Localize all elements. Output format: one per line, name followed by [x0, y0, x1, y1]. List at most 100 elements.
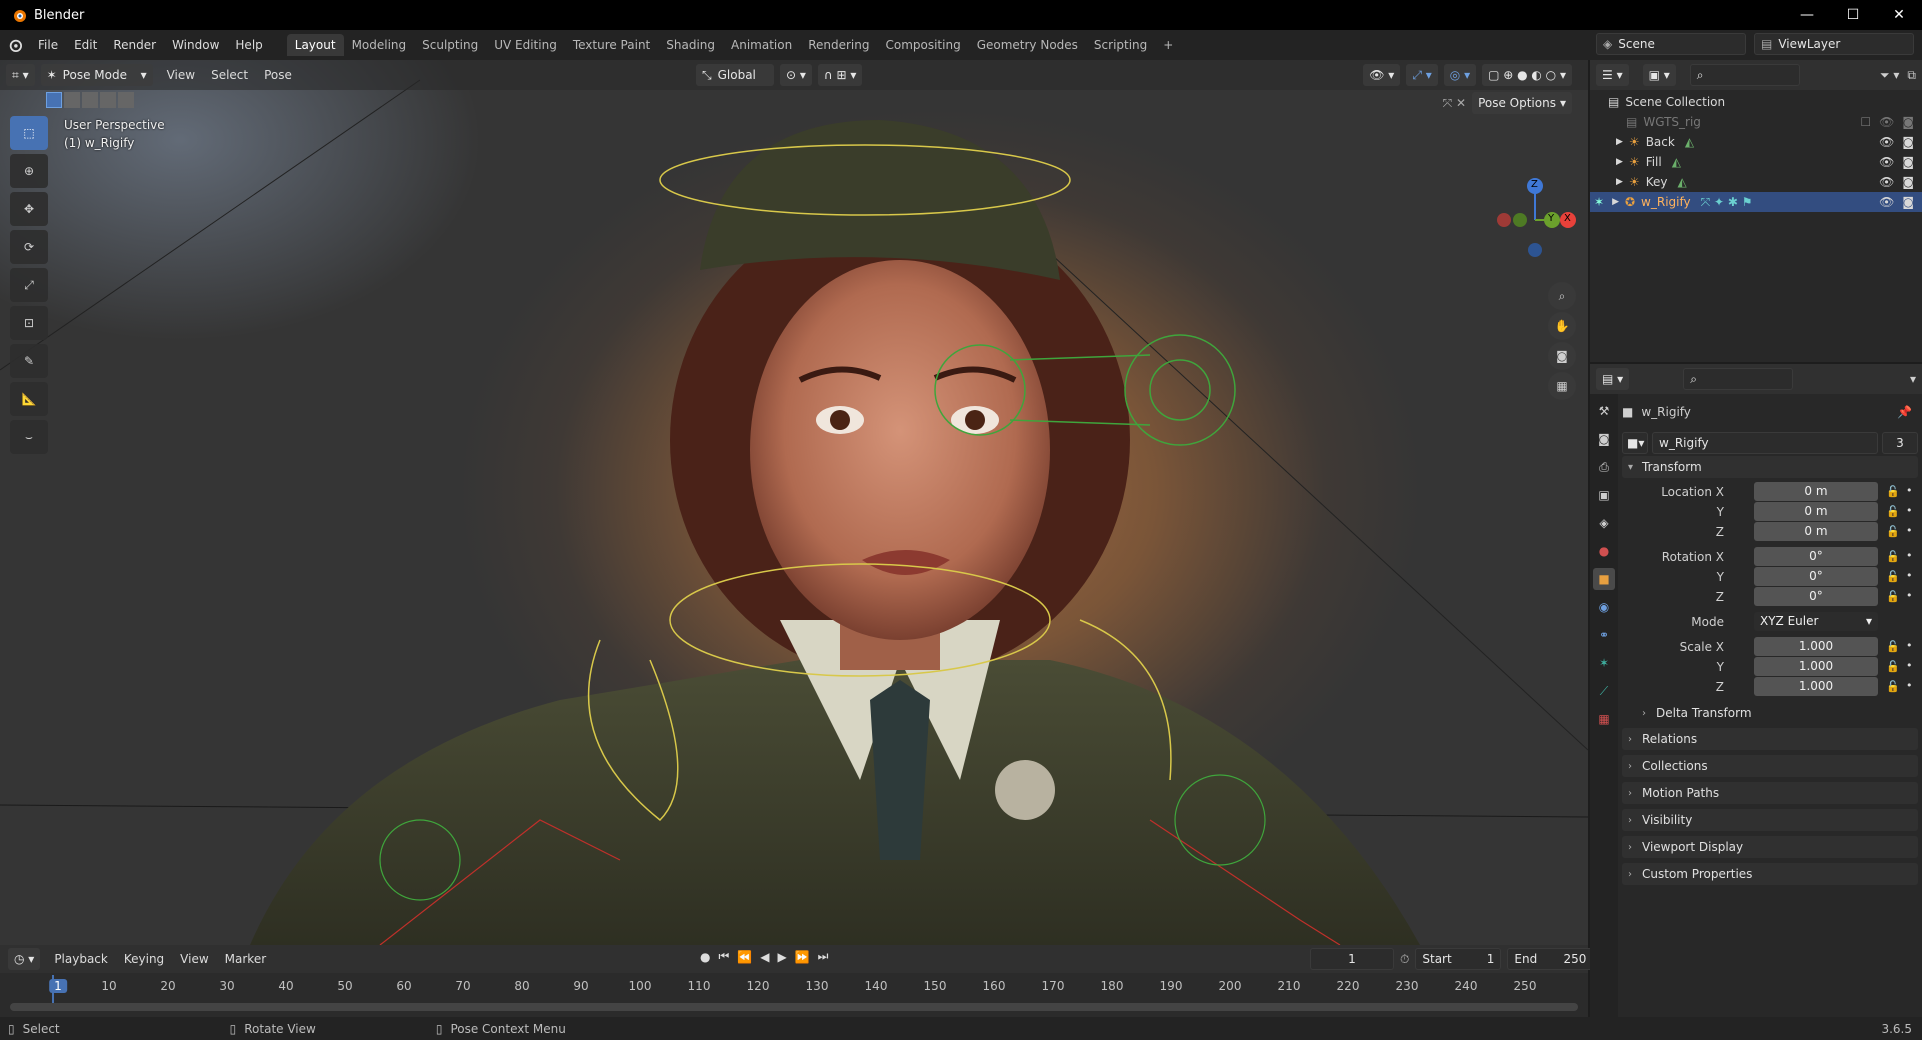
pose-options-button[interactable]: Pose Options ▾ — [1472, 92, 1572, 114]
tab-sculpting[interactable]: Sculpting — [414, 34, 486, 56]
scene-selector[interactable]: ◈ Scene — [1596, 33, 1746, 55]
camera-icon[interactable]: ◙ — [1902, 115, 1914, 129]
eye-icon[interactable]: 👁 — [1879, 175, 1894, 189]
eye-icon[interactable]: 👁 — [1879, 155, 1894, 169]
properties-search-input[interactable]: ⌕ — [1683, 368, 1794, 390]
record-button[interactable]: ● — [700, 950, 710, 964]
world-tab[interactable]: ● — [1593, 540, 1615, 562]
tab-layout[interactable]: Layout — [286, 34, 344, 56]
rotate-tool[interactable]: ⟳ — [10, 230, 48, 264]
checkbox-icon[interactable]: ☐ — [1860, 115, 1871, 129]
select-subtract-icon[interactable] — [82, 92, 98, 108]
outliner-item-key[interactable]: ▶ ☀ Key ◭ 👁 ◙ — [1590, 172, 1922, 192]
transform-orientation-selector[interactable]: ⤡ Global — [696, 64, 774, 86]
texture-tab[interactable]: ▦ — [1593, 708, 1615, 730]
camera-icon[interactable]: ◙ — [1902, 175, 1914, 189]
rotation-z-field[interactable]: 0° — [1754, 587, 1878, 606]
timeline-menu-keying[interactable]: Keying — [116, 952, 172, 966]
jump-end-icon[interactable]: ⏭ — [818, 949, 829, 964]
scale-z-field[interactable]: 1.000 — [1754, 677, 1878, 696]
view-layer-tab[interactable]: ▣ — [1593, 484, 1615, 506]
outliner-item-wgts[interactable]: ▤ WGTS_rig ☐ 👁 ◙ — [1590, 112, 1922, 132]
tab-compositing[interactable]: Compositing — [877, 34, 968, 56]
pin-icon[interactable]: 📌 — [1897, 405, 1912, 419]
add-workspace-button[interactable]: + — [1155, 34, 1181, 56]
keyframe-dot-icon[interactable]: • — [1906, 484, 1913, 497]
viewport-display-panel-header[interactable]: › Viewport Display — [1622, 836, 1918, 858]
location-y-field[interactable]: 0 m — [1754, 502, 1878, 521]
expand-icon[interactable]: ▶ — [1616, 177, 1623, 187]
lock-icon[interactable]: 🔓 — [1886, 570, 1900, 583]
eye-icon[interactable]: 👁 — [1879, 115, 1894, 129]
select-extend-icon[interactable] — [64, 92, 80, 108]
overlays-button[interactable]: ◎ ▾ — [1443, 64, 1477, 86]
lock-icon[interactable]: 🔓 — [1886, 485, 1900, 498]
eye-icon[interactable]: 👁 — [1879, 195, 1894, 209]
menu-edit[interactable]: Edit — [66, 38, 105, 52]
jump-start-icon[interactable]: ⏮ — [718, 949, 729, 964]
zoom-button[interactable]: ⌕ — [1548, 282, 1576, 310]
menu-window[interactable]: Window — [164, 38, 227, 52]
transform-panel-header[interactable]: ▾ Transform — [1622, 456, 1918, 478]
shading-buttons[interactable]: ▢ ⊕ ● ◐ ○ ▾ — [1482, 64, 1572, 86]
menu-help[interactable]: Help — [227, 38, 270, 52]
start-frame-field[interactable]: Start 1 — [1415, 948, 1502, 970]
physics-tab[interactable]: ◉ — [1593, 596, 1615, 618]
render-tab[interactable]: ◙ — [1593, 428, 1615, 450]
3d-viewport[interactable]: ⌗ ▾ ✶ Pose Mode ▾ View Select Pose ⤡ Glo… — [0, 60, 1588, 945]
visibility-panel-header[interactable]: › Visibility — [1622, 809, 1918, 831]
mode-selector[interactable]: ✶ Pose Mode ▾ — [40, 64, 153, 86]
stopwatch-icon[interactable]: ⏱ — [1400, 952, 1409, 967]
scene-tab[interactable]: ◈ — [1593, 512, 1615, 534]
camera-icon[interactable]: ◙ — [1902, 135, 1914, 149]
lock-icon[interactable]: 🔓 — [1886, 505, 1900, 518]
scale-x-field[interactable]: 1.000 — [1754, 637, 1878, 656]
location-x-field[interactable]: 0 m — [1754, 482, 1878, 501]
delta-transform-header[interactable]: › Delta Transform — [1636, 702, 1918, 724]
timeline-menu-playback[interactable]: Playback — [46, 952, 116, 966]
datablock-type-button[interactable]: ■▾ — [1622, 432, 1648, 454]
armature-data-tab[interactable]: ✶ — [1593, 652, 1615, 674]
bone-size-tool[interactable]: ⌣ — [10, 420, 48, 454]
camera-icon[interactable]: ◙ — [1902, 195, 1914, 209]
outliner-search-input[interactable]: ⌕ — [1689, 64, 1800, 86]
keyframe-dot-icon[interactable]: • — [1906, 504, 1913, 517]
scale-tool[interactable]: ⤢ — [10, 268, 48, 302]
expand-icon[interactable]: ▶ — [1612, 197, 1619, 207]
close-button[interactable]: ✕ — [1876, 0, 1922, 30]
camera-view-button[interactable]: ◙ — [1548, 342, 1576, 370]
pose-options-x-icon[interactable]: ⤧ ✕ — [1443, 96, 1466, 111]
navigation-gizmo[interactable]: Z X Y — [1490, 120, 1580, 270]
timeline-menu-view[interactable]: View — [172, 952, 216, 966]
output-tab[interactable]: ⎙ — [1593, 456, 1615, 478]
menu-file[interactable]: File — [30, 38, 66, 52]
tab-modeling[interactable]: Modeling — [344, 34, 415, 56]
timeline-editor-type[interactable]: ◷ ▾ — [8, 948, 41, 970]
motion-paths-panel-header[interactable]: › Motion Paths — [1622, 782, 1918, 804]
rotation-mode-select[interactable]: XYZ Euler ▾ — [1754, 612, 1878, 631]
chevron-down-icon[interactable]: ▾ — [1910, 372, 1916, 386]
relations-panel-header[interactable]: › Relations — [1622, 728, 1918, 750]
object-tab[interactable]: ■ — [1593, 568, 1615, 590]
maximize-button[interactable]: ☐ — [1830, 0, 1876, 30]
rotation-x-field[interactable]: 0° — [1754, 547, 1878, 566]
visibility-button[interactable]: 👁 ▾ — [1363, 64, 1401, 86]
editor-type-button[interactable]: ⌗ ▾ — [6, 64, 35, 86]
tab-uv-editing[interactable]: UV Editing — [486, 34, 565, 56]
keyframe-dot-icon[interactable]: • — [1906, 589, 1913, 602]
select-box-tool[interactable]: ⬚ — [10, 116, 48, 150]
gizmos-button[interactable]: ⤢ ▾ — [1406, 64, 1438, 86]
timeline-menu-marker[interactable]: Marker — [217, 952, 274, 966]
ortho-toggle-button[interactable]: ▦ — [1548, 372, 1576, 400]
select-intersect-icon[interactable] — [118, 92, 134, 108]
viewport-menu-select[interactable]: Select — [203, 68, 256, 82]
scale-y-field[interactable]: 1.000 — [1754, 657, 1878, 676]
annotate-tool[interactable]: ✎ — [10, 344, 48, 378]
minimize-button[interactable]: — — [1784, 0, 1830, 30]
lock-icon[interactable]: 🔓 — [1886, 550, 1900, 563]
users-count[interactable]: 3 — [1882, 432, 1918, 454]
keyframe-dot-icon[interactable]: • — [1906, 659, 1913, 672]
play-icon[interactable]: ▶ — [777, 950, 786, 964]
outliner-item-w-rigify[interactable]: ✶ ▶ ✪ w_Rigify ⤧ ✦ ✱ ⚑ 👁 ◙ — [1590, 192, 1922, 212]
pan-button[interactable]: ✋ — [1548, 312, 1576, 340]
